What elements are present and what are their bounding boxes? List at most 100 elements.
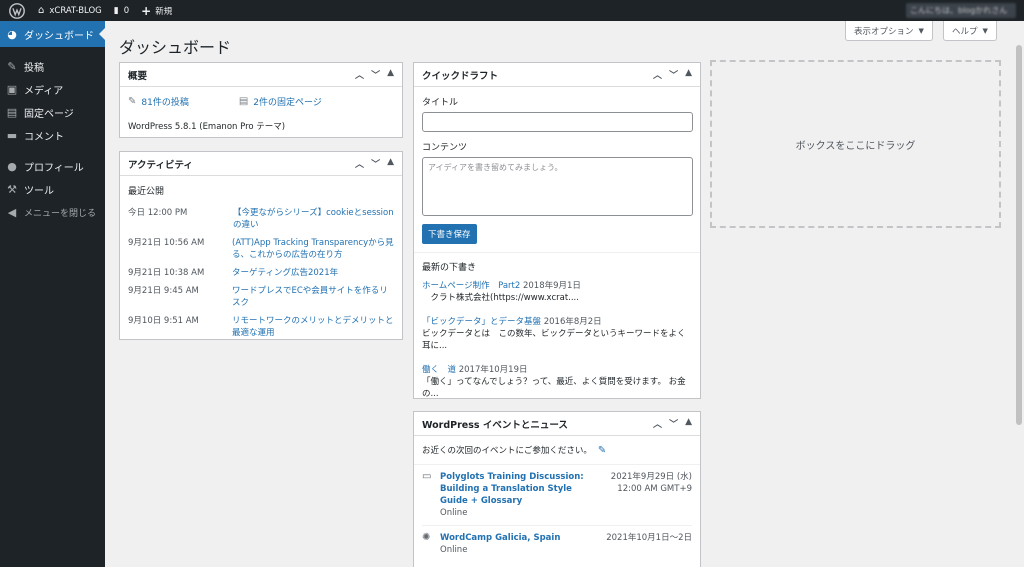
draft-link[interactable]: 働く 道 <box>422 365 456 375</box>
move-up-icon[interactable]: ︿ <box>355 68 364 81</box>
move-up-icon[interactable]: ︿ <box>653 417 662 430</box>
sidebar-item-label: プロフィール <box>24 163 84 174</box>
activity-date: 9月21日 9:45 AM <box>128 286 199 296</box>
sidebar-item-pages[interactable]: ▤ 固定ページ <box>0 101 105 124</box>
caret-down-icon: ▼ <box>982 26 988 35</box>
empty-drop-zone[interactable]: ボックスをここにドラッグ <box>710 60 1001 228</box>
event-title-link[interactable]: WordCamp Galicia, Spain <box>440 532 590 544</box>
activity-post-link[interactable]: ターゲティング広告2021年 <box>232 267 338 279</box>
new-label: 新規 <box>155 6 173 17</box>
move-up-icon[interactable]: ︿ <box>355 157 364 170</box>
widget-title: WordPress イベントとニュース <box>422 419 568 431</box>
sidebar-item-label: メディア <box>24 86 64 97</box>
quick-draft-widget: クイックドラフト ︿ ﹀ ▲ タイトル コンテンツ アイディアを書き留めてみまし… <box>413 62 701 399</box>
site-name-link[interactable]: ⌂ xCRAT-BLOG <box>32 0 108 21</box>
event-date: 2021年10月1日～2日 <box>606 533 692 543</box>
activity-widget: アクティビティ ︿ ﹀ ▲ 最近公開 今日 12:00 PM 【今更ながらシリー… <box>119 151 403 340</box>
sidebar-item-dashboard[interactable]: ◕ ダッシュボード <box>0 21 105 47</box>
new-content-link[interactable]: + 新規 <box>135 0 178 21</box>
account-menu[interactable]: こんにちは、blogかれさん <box>906 3 1016 18</box>
toggle-panel-icon[interactable]: ▲ <box>685 68 692 81</box>
media-icon: ▣ <box>6 83 18 96</box>
widget-header: WordPress イベントとニュース ︿ ﹀ ▲ <box>414 412 700 436</box>
collapse-menu-button[interactable]: ◀ メニューを閉じる <box>0 201 105 224</box>
event-location: Online <box>440 545 468 555</box>
screen-options-button[interactable]: 表示オプション ▼ <box>845 21 933 41</box>
meetup-icon: ▭ <box>422 471 432 482</box>
event-title-link[interactable]: Polyglots Training Discussion: Building … <box>440 471 590 507</box>
move-up-icon[interactable]: ︿ <box>653 68 662 81</box>
move-down-icon[interactable]: ﹀ <box>371 157 380 170</box>
widget-title: アクティビティ <box>128 159 193 171</box>
help-label: ヘルプ <box>952 26 978 37</box>
draft-excerpt: 「働く」ってなんでしょう？って、最近、よく質問を受けます。 お金の... <box>422 377 686 399</box>
sidebar-item-profile[interactable]: ● プロフィール <box>0 155 105 178</box>
widget-header: クイックドラフト ︿ ﹀ ▲ <box>414 63 700 87</box>
draft-item: 働く 道 2017年10月19日 「働く」ってなんでしょう？って、最近、よく質問… <box>422 364 692 400</box>
widget-header: アクティビティ ︿ ﹀ ▲ <box>120 152 402 176</box>
page-scrollbar[interactable] <box>1013 21 1024 567</box>
content-label: コンテンツ <box>422 143 468 153</box>
sidebar-item-label: ダッシュボード <box>24 30 94 42</box>
comment-icon: ▬ <box>6 129 18 142</box>
move-down-icon[interactable]: ﹀ <box>669 68 678 81</box>
activity-date: 9月10日 9:51 AM <box>128 316 199 326</box>
widget-title: クイックドラフト <box>422 70 499 82</box>
pin-icon: ✎ <box>7 60 17 73</box>
sidebar-item-tools[interactable]: ⚒ ツール <box>0 178 105 201</box>
sidebar-item-label: コメント <box>24 132 64 143</box>
draft-link[interactable]: 「ビックデータ」とデータ基盤 <box>422 317 541 327</box>
activity-row: 9月21日 10:38 AM ターゲティング広告2021年 <box>128 267 394 279</box>
sidebar-item-media[interactable]: ▣ メディア <box>0 78 105 101</box>
pin-icon: ✎ <box>128 96 137 107</box>
comments-link[interactable]: ▮ 0 <box>108 0 135 21</box>
move-down-icon[interactable]: ﹀ <box>371 68 380 81</box>
toggle-panel-icon[interactable]: ▲ <box>685 417 692 430</box>
sidebar-item-label: メニューを閉じる <box>24 209 97 219</box>
page-icon: ▤ <box>6 106 18 119</box>
events-news-widget: WordPress イベントとニュース ︿ ﹀ ▲ お近くの次回のイベントにご参… <box>413 411 701 567</box>
wordpress-logo-icon <box>9 2 25 19</box>
wordpress-logo-menu[interactable] <box>0 0 32 21</box>
sidebar-item-comments[interactable]: ▬ コメント <box>0 124 105 147</box>
collapse-icon: ◀ <box>7 206 17 219</box>
sidebar-item-posts[interactable]: ✎ 投稿 <box>0 55 105 78</box>
activity-row: 今日 12:00 PM 【今更ながらシリーズ】cookieとsessionの違い <box>128 207 394 231</box>
sidebar-item-label: 投稿 <box>24 63 44 74</box>
activity-post-link[interactable]: 【今更ながらシリーズ】cookieとsessionの違い <box>233 207 394 231</box>
save-draft-button[interactable]: 下書き保存 <box>422 224 477 244</box>
event-location: Online <box>440 508 468 518</box>
wrench-icon: ⚒ <box>7 183 17 196</box>
site-name: xCRAT-BLOG <box>49 5 102 16</box>
toggle-panel-icon[interactable]: ▲ <box>387 68 394 81</box>
posts-count: 81件の投稿 <box>141 98 189 108</box>
widget-header: 概要 ︿ ﹀ ▲ <box>120 63 402 87</box>
activity-post-link[interactable]: ワードプレスでECや会員サイトを作るリスク <box>232 285 394 309</box>
help-button[interactable]: ヘルプ ▼ <box>943 21 997 41</box>
widget-title: 概要 <box>128 70 148 82</box>
draft-date: 2017年10月19日 <box>458 365 528 375</box>
posts-count-link[interactable]: ✎ 81件の投稿 <box>128 95 189 108</box>
activity-row: 9月21日 9:45 AM ワードプレスでECや会員サイトを作るリスク <box>128 285 394 309</box>
events-intro: お近くの次回のイベントにご参加ください。 <box>422 446 592 456</box>
home-icon: ⌂ <box>38 5 45 16</box>
draft-link[interactable]: ホームページ制作 Part2 <box>422 281 520 291</box>
activity-post-link[interactable]: (ATT)App Tracking Transparencyから見る、これからの… <box>232 237 394 261</box>
move-down-icon[interactable]: ﹀ <box>669 417 678 430</box>
pages-count-link[interactable]: ▤ 2件の固定ページ <box>239 95 322 108</box>
toggle-panel-icon[interactable]: ▲ <box>387 157 394 170</box>
user-icon: ● <box>7 160 17 173</box>
admin-bar: ⌂ xCRAT-BLOG ▮ 0 + 新規 こんにちは、blogかれさん <box>0 0 1024 21</box>
caret-down-icon: ▼ <box>918 26 924 35</box>
at-a-glance-widget: 概要 ︿ ﹀ ▲ ✎ 81件の投稿 ▤ 2件の固定ページ WordPress 5… <box>119 62 403 138</box>
activity-date: 9月21日 10:56 AM <box>128 238 205 248</box>
activity-post-link[interactable]: リモートワークのメリットとデメリットと最適な運用 <box>232 315 394 339</box>
event-item: ▭ Polyglots Training Discussion: Buildin… <box>422 465 692 525</box>
event-date: 2021年9月29日 (水) <box>610 472 692 482</box>
draft-title-input[interactable] <box>422 112 693 132</box>
draft-content-textarea[interactable]: アイディアを書き留めてみましょう。 <box>422 157 693 216</box>
pencil-icon[interactable]: ✎ <box>598 445 606 456</box>
event-item: ✺ WordCamp Galicia, Spain Online 2021年10… <box>422 525 692 562</box>
scrollbar-thumb[interactable] <box>1016 45 1022 425</box>
admin-sidebar: ◕ ダッシュボード ✎ 投稿 ▣ メディア ▤ 固定ページ ▬ コメント ● プ… <box>0 21 105 567</box>
